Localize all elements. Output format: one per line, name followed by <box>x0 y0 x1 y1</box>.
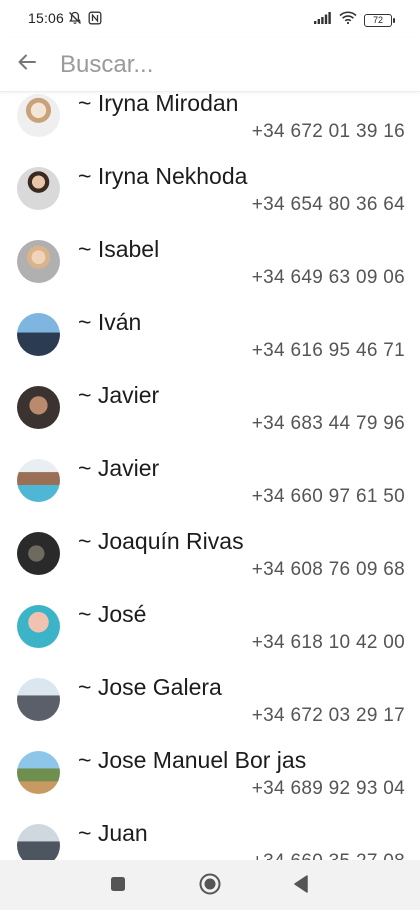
recents-button[interactable] <box>105 873 131 899</box>
search-input[interactable] <box>60 48 400 82</box>
contact-row[interactable]: ~ Javier +34 660 97 61 50 <box>0 455 420 528</box>
contact-avatar <box>17 167 60 210</box>
contact-row[interactable]: ~ Iryna Nekhoda +34 654 80 36 64 <box>0 163 420 236</box>
contact-row[interactable]: ~ Iván +34 616 95 46 71 <box>0 309 420 382</box>
battery-level: 72 <box>372 15 383 25</box>
contact-avatar <box>17 313 60 356</box>
contact-name: ~ Joaquín Rivas <box>78 528 244 554</box>
contact-row[interactable]: ~ José +34 618 10 42 00 <box>0 601 420 674</box>
contact-phone: +34 608 76 09 68 <box>251 559 405 580</box>
search-bar <box>0 38 420 92</box>
contact-name: ~ Jose Manuel Bor jas <box>78 747 307 773</box>
contact-phone: +34 689 92 93 04 <box>251 778 405 799</box>
signal-icon <box>314 11 332 29</box>
status-left-icons <box>68 11 102 30</box>
status-bar: 15:06 72 <box>0 0 420 38</box>
contact-phone: +34 618 10 42 00 <box>251 632 405 653</box>
contact-name: ~ Javier <box>78 455 160 481</box>
contact-name: ~ Juan <box>78 820 148 846</box>
contact-avatar <box>17 459 60 502</box>
contact-avatar <box>17 751 60 794</box>
contact-phone: +34 672 01 39 16 <box>251 121 405 142</box>
contact-avatar <box>17 605 60 648</box>
contact-avatar <box>17 532 60 575</box>
contact-phone: +34 616 95 46 71 <box>251 340 405 361</box>
contact-avatar <box>17 94 60 137</box>
contact-row[interactable]: ~ Juan +34 660 35 27 08 <box>0 820 420 860</box>
status-time: 15:06 <box>28 10 65 26</box>
contact-row[interactable]: ~ Joaquín Rivas +34 608 76 09 68 <box>0 528 420 601</box>
contact-phone: +34 660 35 27 08 <box>252 851 405 860</box>
contact-avatar <box>17 824 60 860</box>
contact-list: ~ Iryna Mirodan +34 672 01 39 16 ~ Iryna… <box>0 92 420 860</box>
contact-phone: +34 683 44 79 96 <box>251 413 405 434</box>
contact-avatar <box>17 386 60 429</box>
nav-back-button[interactable] <box>288 873 314 899</box>
triangle-back-icon <box>292 874 310 899</box>
back-button[interactable] <box>12 49 42 79</box>
contact-name: ~ Iryna Nekhoda <box>78 163 248 189</box>
contact-phone: +34 654 80 36 64 <box>251 194 405 215</box>
contact-name: ~ Javier <box>78 382 160 408</box>
contact-row[interactable]: ~ Isabel +34 649 63 09 06 <box>0 236 420 309</box>
contact-phone: +34 660 97 61 50 <box>251 486 405 507</box>
home-button[interactable] <box>197 873 223 899</box>
contact-name: ~ Iryna Mirodan <box>78 92 239 116</box>
wifi-icon <box>339 11 357 29</box>
contact-row[interactable]: ~ Javier +34 683 44 79 96 <box>0 382 420 455</box>
square-icon <box>109 875 127 898</box>
contact-avatar <box>17 678 60 721</box>
contact-row[interactable]: ~ Jose Galera +34 672 03 29 17 <box>0 674 420 747</box>
contact-phone: +34 672 03 29 17 <box>251 705 405 726</box>
contact-name: ~ Isabel <box>78 236 160 262</box>
bell-muted-icon <box>68 11 82 30</box>
system-nav-bar <box>0 860 420 910</box>
contact-name: ~ Jose Galera <box>78 674 222 700</box>
contact-name: ~ José <box>78 601 147 627</box>
contact-name: ~ Iván <box>78 309 142 335</box>
contact-row[interactable]: ~ Iryna Mirodan +34 672 01 39 16 <box>0 92 420 163</box>
arrow-left-icon <box>16 51 38 78</box>
circle-icon <box>198 872 222 901</box>
status-right: 72 <box>314 11 395 29</box>
contact-avatar <box>17 240 60 283</box>
battery-icon: 72 <box>364 13 395 27</box>
contact-phone: +34 649 63 09 06 <box>251 267 405 288</box>
contact-row[interactable]: ~ Jose Manuel Bor jas +34 689 92 93 04 <box>0 747 420 820</box>
nfc-icon <box>88 11 102 30</box>
